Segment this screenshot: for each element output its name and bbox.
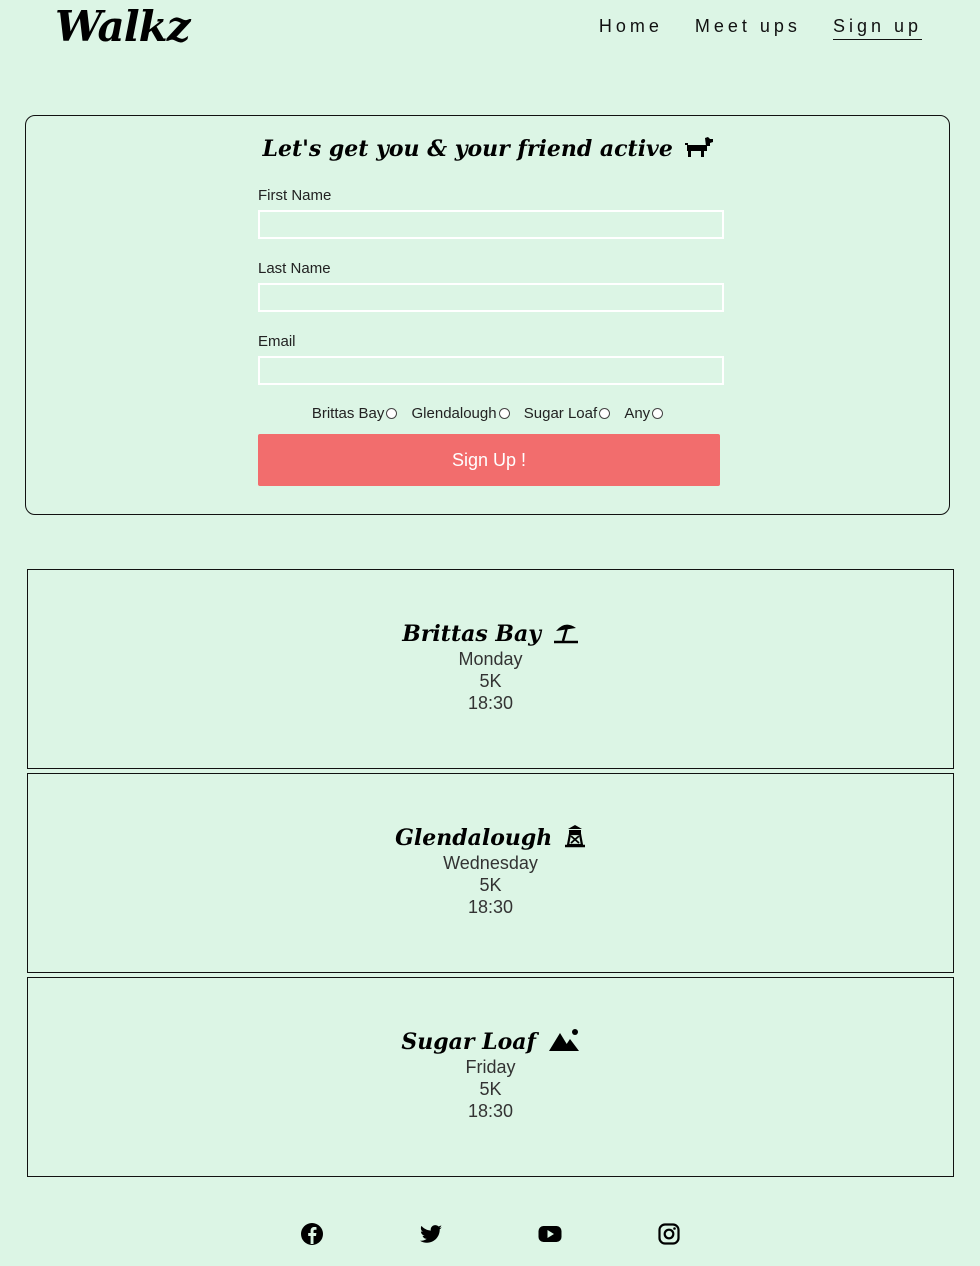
walk-day: Monday (458, 649, 523, 669)
last-name-label: Last Name (258, 260, 331, 277)
twitter-icon[interactable] (419, 1222, 443, 1246)
walk-title-row: Glendalough (28, 824, 953, 852)
first-name-label: First Name (258, 187, 332, 204)
option-brittas-bay[interactable]: Brittas Bay (312, 405, 398, 422)
radio-any[interactable] (652, 408, 664, 419)
mountain-icon (548, 1029, 579, 1051)
main-nav: Home Meet ups Sign up (599, 16, 922, 40)
walk-name: Sugar Loaf (401, 1029, 536, 1055)
walk-card-brittas-bay: Brittas Bay Monday 5K 18:30 (27, 569, 954, 769)
instagram-icon[interactable] (657, 1222, 681, 1246)
option-glendalough[interactable]: Glendalough (412, 405, 510, 422)
walk-time: 18:30 (467, 897, 514, 917)
dog-icon (684, 136, 713, 164)
beach-umbrella-icon (553, 624, 578, 644)
walk-options: Brittas Bay Glendalough Sugar Loaf Any (26, 405, 949, 422)
sign-up-button[interactable]: Sign Up ! (258, 434, 720, 486)
walk-day: Wednesday (443, 853, 538, 873)
option-label: Glendalough (411, 405, 497, 422)
walk-title-row: Brittas Bay (28, 620, 953, 648)
social-links (0, 1222, 980, 1246)
walk-card-glendalough: Glendalough Wednesday 5K 18:30 (27, 773, 954, 973)
tower-icon (564, 825, 585, 848)
form-title-row: Let's get you & your friend active (26, 136, 949, 164)
walk-day: Friday (465, 1057, 516, 1077)
signup-form: Let's get you & your friend active First… (25, 115, 950, 515)
nav-home[interactable]: Home (599, 16, 663, 40)
last-name-group: Last Name (258, 260, 724, 312)
walk-time: 18:30 (467, 1101, 514, 1121)
option-label: Sugar Loaf (523, 405, 598, 422)
radio-glendalough[interactable] (498, 408, 510, 419)
walk-distance: 5K (479, 875, 502, 895)
email-label: Email (258, 333, 296, 350)
radio-sugar-loaf[interactable] (599, 408, 611, 419)
walk-name: Brittas Bay (402, 621, 542, 647)
email-group: Email (258, 333, 724, 385)
first-name-input[interactable] (258, 210, 724, 239)
walk-time: 18:30 (467, 693, 514, 713)
email-input[interactable] (258, 356, 724, 385)
last-name-input[interactable] (258, 283, 724, 312)
option-label: Brittas Bay (311, 405, 385, 422)
nav-meet-ups[interactable]: Meet ups (695, 16, 801, 40)
facebook-icon[interactable] (300, 1222, 324, 1246)
walk-distance: 5K (479, 671, 502, 691)
walk-distance: 5K (479, 1079, 502, 1099)
youtube-icon[interactable] (538, 1222, 562, 1246)
nav-sign-up[interactable]: Sign up (832, 16, 922, 40)
form-title: Let's get you & your friend active (262, 136, 673, 162)
walk-card-sugar-loaf: Sugar Loaf Friday 5K 18:30 (27, 977, 954, 1177)
walk-title-row: Sugar Loaf (28, 1028, 953, 1056)
option-label: Any (624, 405, 651, 422)
walk-name: Glendalough (395, 825, 553, 851)
first-name-group: First Name (258, 187, 724, 239)
option-sugar-loaf[interactable]: Sugar Loaf (523, 405, 611, 422)
option-any[interactable]: Any (624, 405, 664, 422)
radio-brittas-bay[interactable] (386, 408, 398, 419)
site-logo[interactable]: Walkz (55, 2, 191, 51)
